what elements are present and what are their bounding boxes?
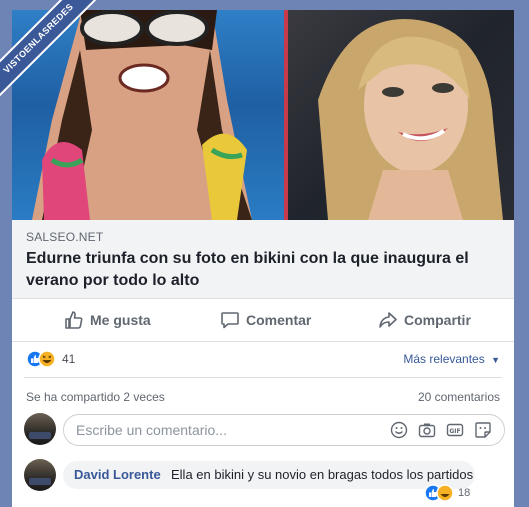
haha-reaction-icon <box>436 484 454 502</box>
like-button[interactable]: Me gusta <box>64 299 151 341</box>
link-preview-text[interactable]: SALSEO.NET Edurne triunfa con su foto en… <box>12 220 514 299</box>
comment-input[interactable] <box>76 415 376 445</box>
svg-text:GIF: GIF <box>449 428 460 435</box>
like-label: Me gusta <box>90 312 151 328</box>
share-button[interactable]: Compartir <box>378 299 471 341</box>
action-bar: Me gusta Comentar Compartir <box>12 299 514 342</box>
thumbs-up-icon <box>65 311 83 329</box>
comment-count[interactable]: 20 comentarios <box>418 390 500 404</box>
speech-bubble-icon <box>221 312 239 329</box>
comment-reactions[interactable] <box>424 484 454 502</box>
camera-icon[interactable] <box>418 421 436 439</box>
avatar[interactable] <box>24 413 56 445</box>
post-card: SALSEO.NET Edurne triunfa con su foto en… <box>12 10 514 507</box>
photo-woman-portrait <box>288 10 514 220</box>
commenter-avatar[interactable] <box>24 459 56 491</box>
comment-label: Comentar <box>246 312 312 328</box>
comment-author[interactable]: David Lorente <box>74 461 161 489</box>
comment: David Lorente Ella en bikini y su novio … <box>63 461 475 489</box>
share-count[interactable]: Se ha compartido 2 veces <box>26 390 165 404</box>
comment-button[interactable]: Comentar <box>220 299 311 341</box>
share-arrow-icon <box>379 312 397 328</box>
reaction-icons[interactable] <box>26 350 56 368</box>
reaction-count[interactable]: 41 <box>62 352 75 366</box>
emoji-icon[interactable] <box>390 421 408 439</box>
sort-label: Más relevantes <box>403 352 485 366</box>
reactions-row: 41 Más relevantes ▼ <box>12 341 514 377</box>
link-source: SALSEO.NET <box>26 230 104 244</box>
sort-dropdown[interactable]: Más relevantes ▼ <box>403 352 500 366</box>
share-label: Compartir <box>404 312 471 328</box>
haha-reaction-icon <box>38 350 56 368</box>
divider <box>24 377 502 378</box>
comment-composer[interactable]: GIF <box>63 414 505 446</box>
link-title[interactable]: Edurne triunfa con su foto en bikini con… <box>26 248 496 292</box>
link-preview-image[interactable] <box>12 10 514 220</box>
gif-icon[interactable]: GIF <box>446 421 464 439</box>
caret-down-icon: ▼ <box>491 355 500 365</box>
comment-reaction-count: 18 <box>458 487 471 499</box>
sticker-icon[interactable] <box>474 421 492 439</box>
